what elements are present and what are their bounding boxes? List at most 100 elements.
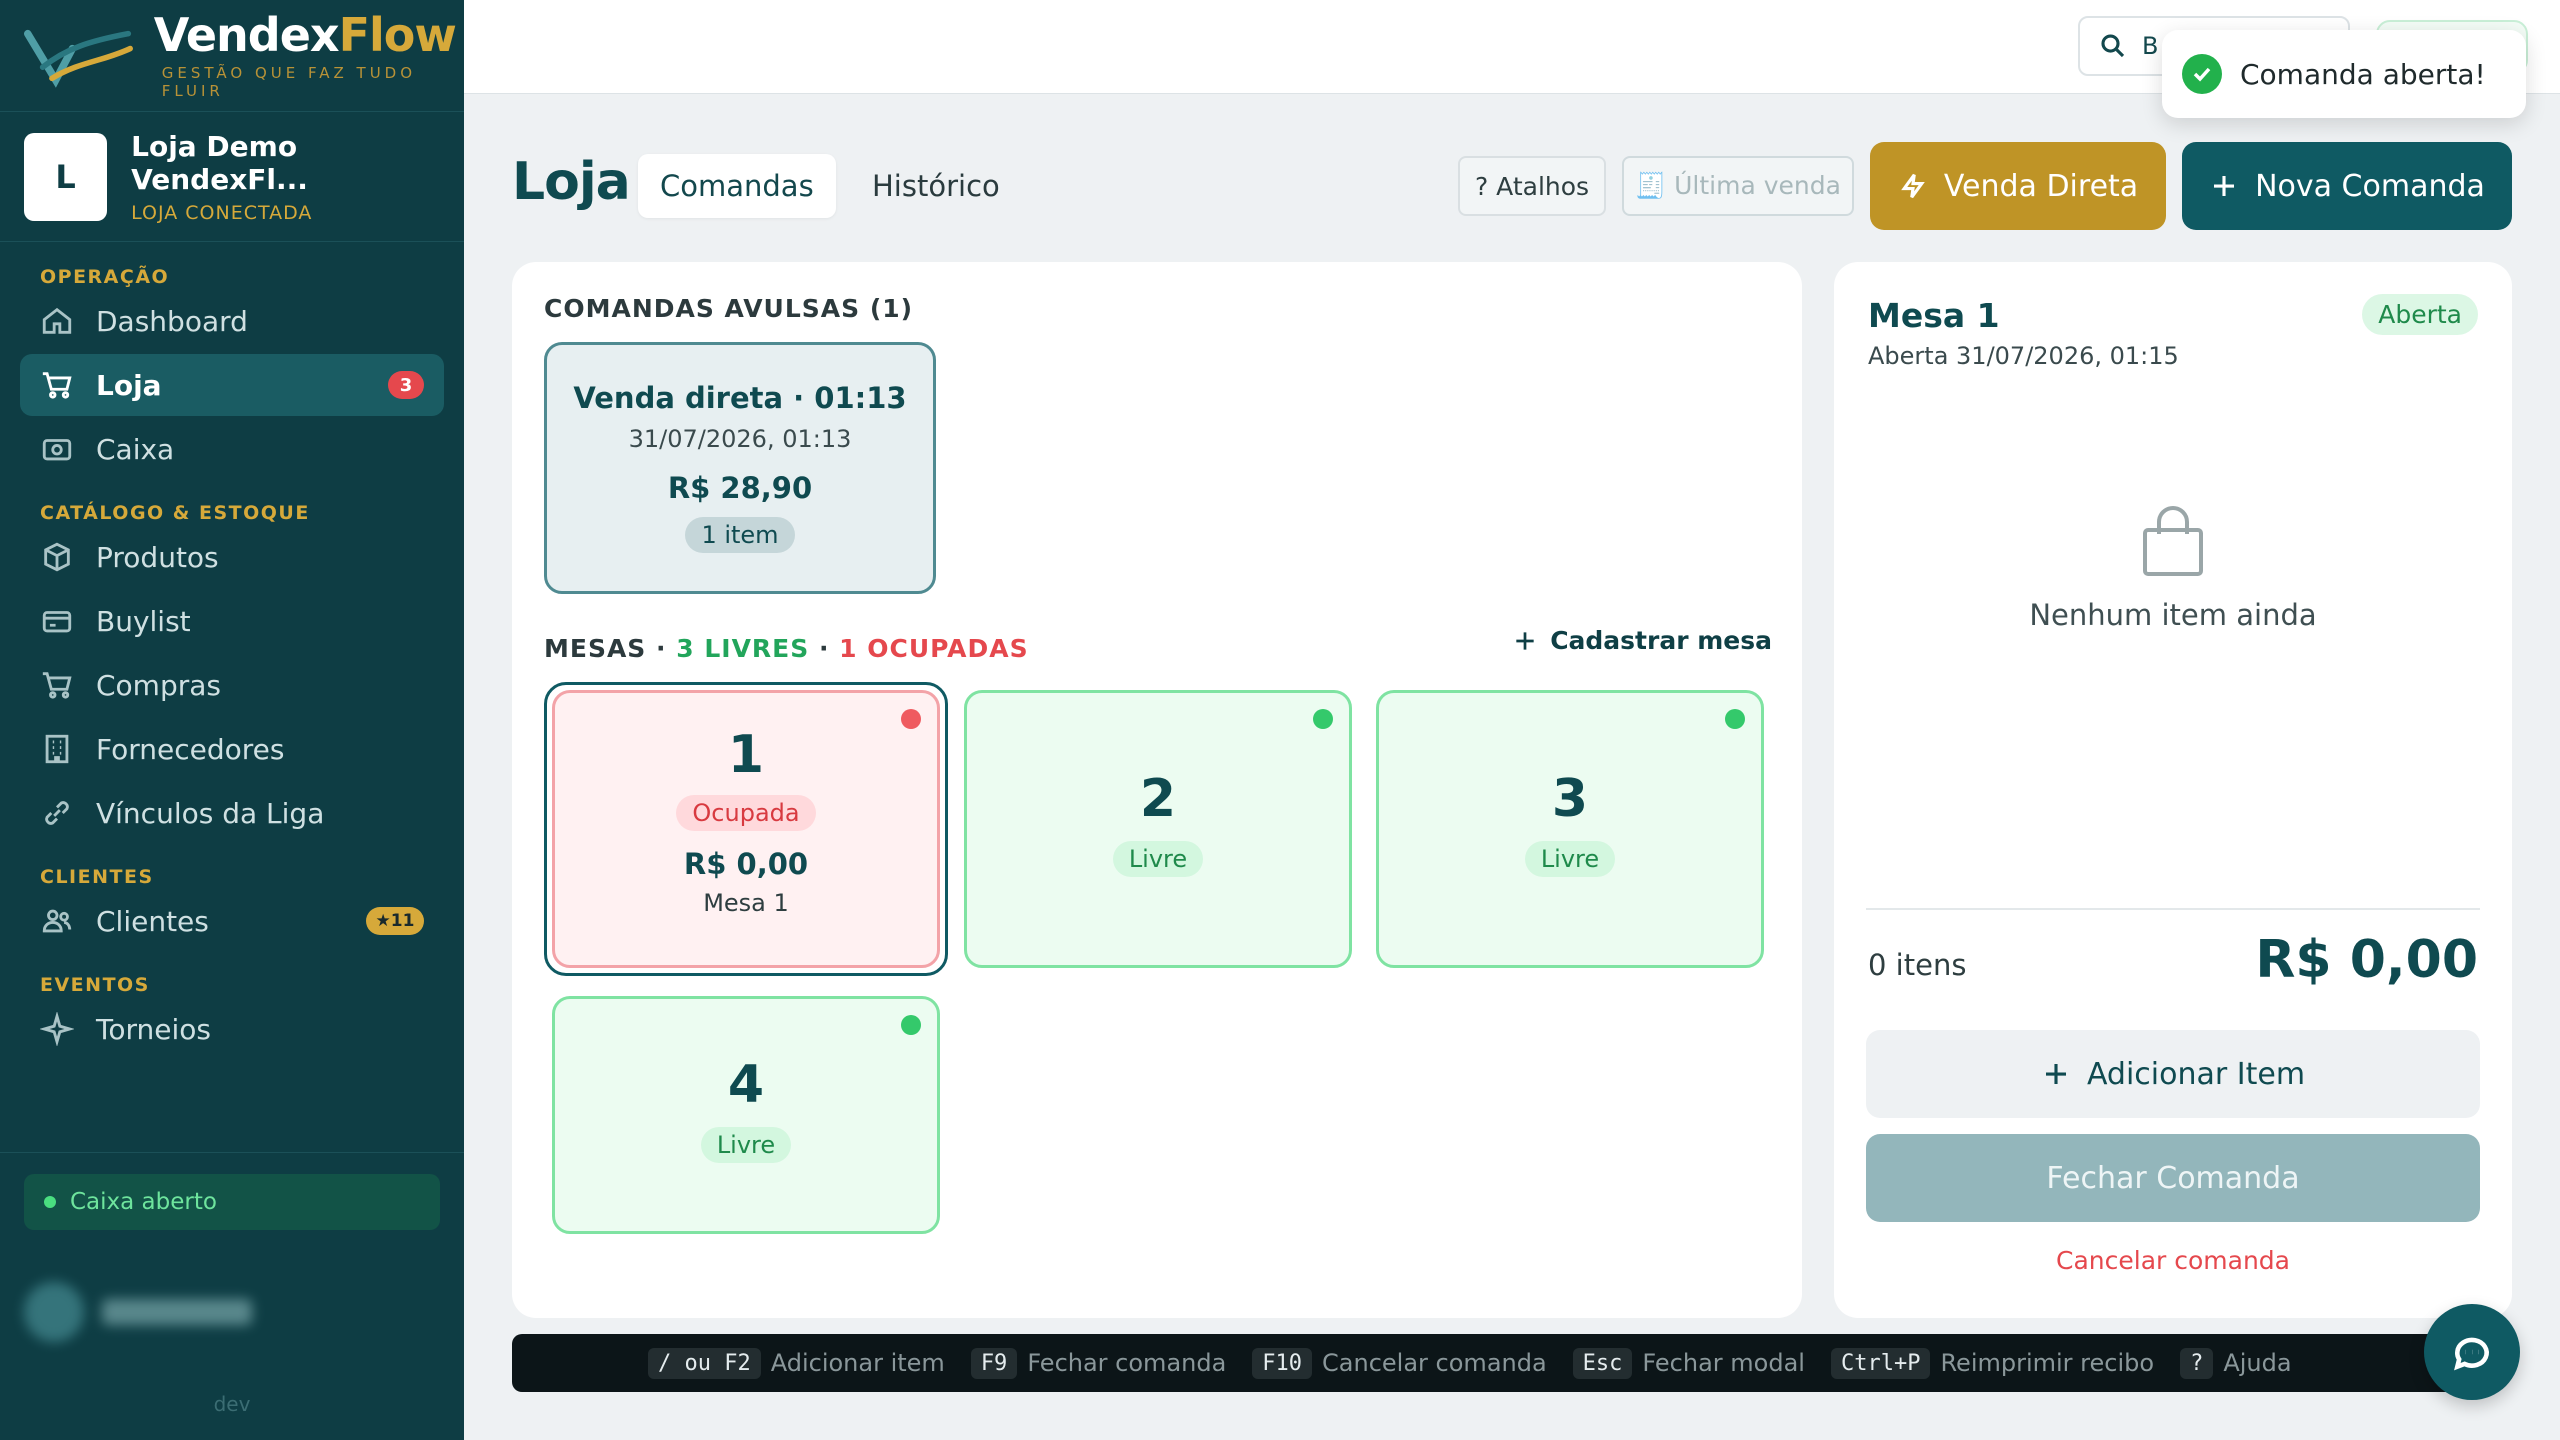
table-number: 3 [1551, 769, 1589, 829]
table-number: 4 [727, 1055, 765, 1115]
add-table-button[interactable]: Cadastrar mesa [1512, 626, 1772, 655]
sidebar-item-label: Dashboard [96, 304, 248, 338]
sidebar-item-label: Produtos [96, 540, 219, 574]
divider [1866, 908, 2480, 910]
brand[interactable]: VendexFlow GESTÃO QUE FAZ TUDO FLUIR [0, 0, 464, 112]
new-order-button[interactable]: Nova Comanda [2182, 142, 2512, 230]
table-number: 2 [1139, 769, 1177, 829]
shortcut-key: Ctrl+P [1830, 1347, 1931, 1379]
check-circle-icon [2182, 54, 2222, 94]
sidebar-item-clientes[interactable]: Clientes ★11 [20, 890, 444, 952]
order-title: Venda direta · 01:13 [573, 381, 907, 415]
plus-icon [2045, 1064, 2066, 1084]
status-dot-icon [901, 709, 921, 729]
nav-section-catalogo: CATÁLOGO & ESTOQUE [40, 502, 310, 524]
sidebar-item-label: Caixa [96, 432, 175, 466]
user-profile-blurred[interactable] [24, 1280, 444, 1344]
order-total: R$ 0,00 [2255, 930, 2478, 990]
table-card-3[interactable]: 3 Livre [1376, 690, 1764, 968]
user-name-placeholder [102, 1299, 252, 1325]
sidebar-item-fornecedores[interactable]: Fornecedores [20, 718, 444, 780]
nav-section-eventos: EVENTOS [40, 974, 150, 996]
status-dot-icon [1313, 709, 1333, 729]
shortcuts-button[interactable]: ? Atalhos [1458, 156, 1606, 216]
sidebar: VendexFlow GESTÃO QUE FAZ TUDO FLUIR L L… [0, 0, 464, 1440]
sidebar-item-compras[interactable]: Compras [20, 654, 444, 716]
order-item-count: 1 item [685, 517, 795, 553]
users-icon [42, 909, 72, 933]
store-selector[interactable]: L Loja Demo VendexFl... LOJA CONECTADA [0, 112, 464, 242]
add-table-label: Cadastrar mesa [1550, 626, 1772, 655]
toast-notification: Comanda aberta! [2162, 30, 2526, 118]
sidebar-divider [0, 1152, 464, 1153]
free-tables-count: 3 LIVRES [676, 634, 810, 663]
order-date: 31/07/2026, 01:13 [628, 425, 852, 453]
search-icon [2101, 34, 2125, 58]
shortcut-key: Esc [1572, 1347, 1633, 1379]
sidebar-item-loja[interactable]: Loja 3 [20, 354, 444, 416]
direct-sale-button[interactable]: Venda Direta [1870, 142, 2166, 230]
shortcut-label: Ajuda [2223, 1349, 2292, 1377]
shortcut-key: / ou F2 [648, 1347, 761, 1379]
shopping-bag-icon [2143, 506, 2203, 576]
table-card-4[interactable]: 4 Livre [552, 996, 940, 1234]
tab-historico[interactable]: Histórico [850, 154, 1022, 218]
sidebar-item-torneios[interactable]: Torneios [20, 998, 444, 1060]
keyboard-shortcuts-bar: / ou F2 Adicionar item F9 Fechar comanda F… [512, 1334, 2502, 1392]
nav-section-operacao: OPERAÇÃO [40, 266, 170, 288]
shortcut-label: Fechar comanda [1027, 1349, 1227, 1377]
plus-icon [2214, 176, 2235, 196]
tab-comandas[interactable]: Comandas [638, 154, 836, 218]
sidebar-item-produtos[interactable]: Produtos [20, 526, 444, 588]
store-avatar: L [24, 132, 108, 221]
standalone-order-card[interactable]: Venda direta · 01:13 31/07/2026, 01:13 R… [544, 342, 936, 594]
sidebar-item-label: Clientes [96, 904, 209, 938]
table-status: Livre [1112, 841, 1204, 877]
store-name: Loja Demo VendexFl... [131, 129, 308, 196]
loja-count-badge: 3 [388, 371, 424, 399]
card-icon [42, 611, 72, 633]
table-card-2[interactable]: 2 Livre [964, 690, 1352, 968]
lightning-icon [1901, 173, 1925, 199]
table-name: Mesa 1 [703, 889, 789, 917]
shortcut-reprint: Ctrl+P Reimprimir recibo [1830, 1347, 2155, 1379]
cash-register-icon [42, 439, 72, 461]
table-number: 1 [727, 725, 765, 785]
close-order-button[interactable]: Fechar Comanda [1866, 1134, 2480, 1222]
home-icon [42, 307, 72, 334]
building-icon [45, 734, 69, 764]
status-dot-icon [1725, 709, 1745, 729]
add-item-button[interactable]: Adicionar Item [1866, 1030, 2480, 1118]
table-status: Livre [700, 1127, 792, 1163]
order-price: R$ 28,90 [667, 471, 813, 505]
sidebar-item-caixa[interactable]: Caixa [20, 418, 444, 480]
detail-subtitle: Aberta 31/07/2026, 01:15 [1868, 342, 2179, 370]
brand-logo-icon [24, 29, 133, 88]
sidebar-item-buylist[interactable]: Buylist [20, 590, 444, 652]
table-status: Livre [1524, 841, 1616, 877]
shortcut-label: Reimprimir recibo [1940, 1349, 2155, 1377]
avatar [24, 1282, 84, 1342]
shortcut-label: Adicionar item [770, 1349, 945, 1377]
chat-button[interactable] [2424, 1304, 2520, 1400]
cancel-order-link[interactable]: Cancelar comanda [1834, 1246, 2512, 1275]
status-dot-icon [44, 1196, 56, 1208]
last-sale-button[interactable]: 🧾 Última venda [1622, 156, 1854, 216]
shortcut-close-order: F9 Fechar comanda [970, 1347, 1227, 1379]
shortcut-add-item: / ou F2 Adicionar item [648, 1347, 945, 1379]
search-text: B [2142, 32, 2159, 60]
status-badge: Aberta [2362, 294, 2478, 335]
cash-status-label: Caixa aberto [70, 1189, 217, 1215]
sparkle-icon [40, 1012, 74, 1046]
table-card-1[interactable]: 1 Ocupada R$ 0,00 Mesa 1 [552, 690, 940, 968]
sidebar-item-vinculos[interactable]: Vínculos da Liga [20, 782, 444, 844]
table-value: R$ 0,00 [683, 847, 809, 881]
chat-bubble-icon [2454, 1337, 2489, 1371]
shortcut-key: F10 [1252, 1347, 1313, 1379]
orders-panel: COMANDAS AVULSAS (1) Venda direta · 01:1… [512, 262, 1802, 1318]
busy-tables-count: 1 OCUPADAS [839, 634, 1029, 663]
nav-section-clientes: CLIENTES [40, 866, 154, 888]
cash-status-indicator[interactable]: Caixa aberto [24, 1174, 440, 1230]
sidebar-item-dashboard[interactable]: Dashboard [20, 290, 444, 352]
shortcut-key: ? [2180, 1347, 2214, 1379]
